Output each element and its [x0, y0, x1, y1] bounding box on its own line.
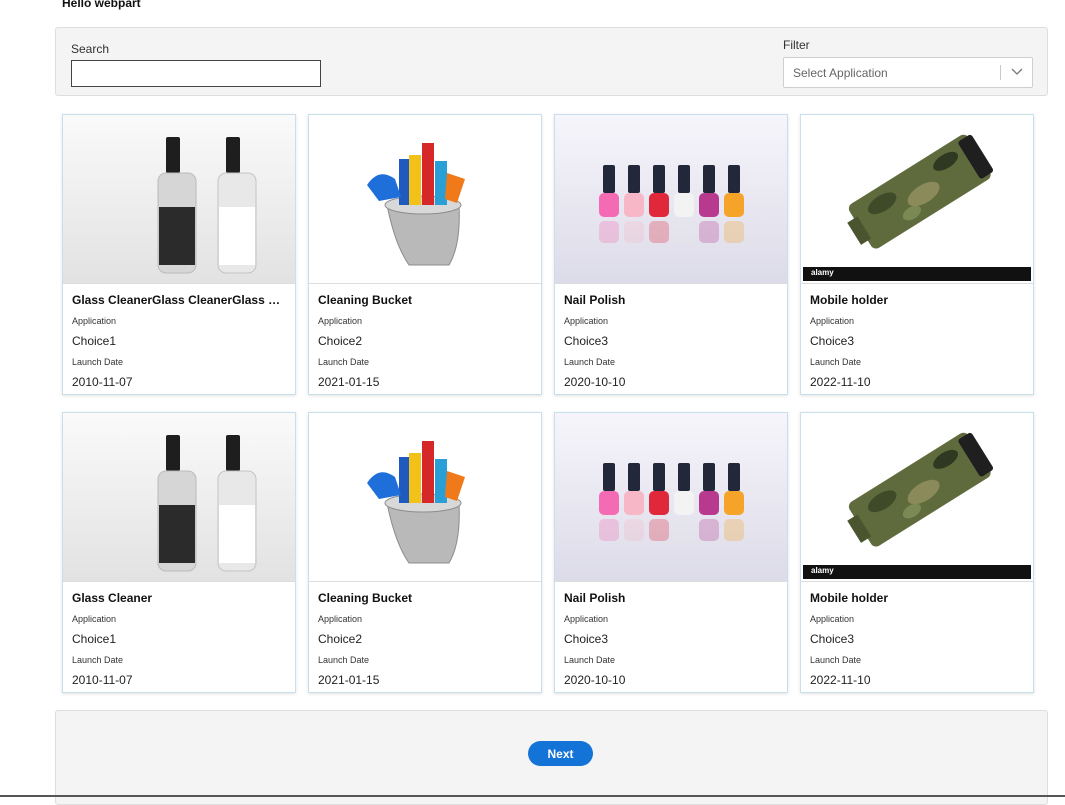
application-value: Choice1 [72, 632, 117, 646]
application-label: Application [72, 316, 117, 326]
application-label: Application [564, 316, 609, 326]
chevron-down-icon [1011, 68, 1023, 75]
launch-date-value: 2020-10-10 [564, 673, 626, 687]
next-button[interactable]: Next [528, 741, 593, 766]
application-label: Application [318, 316, 363, 326]
application-value: Choice3 [810, 334, 855, 348]
application-value: Choice1 [72, 334, 117, 348]
spray-bottles-image [63, 413, 295, 582]
filter-bar: Search Filter Select Application [55, 27, 1048, 96]
nail-polish-image [555, 115, 787, 284]
application-label: Application [72, 614, 117, 624]
mobile-holder-image: alamy [801, 115, 1033, 284]
card-title: Cleaning Bucket [318, 591, 413, 605]
product-card[interactable]: Cleaning Bucket Application Choice2 Laun… [308, 114, 542, 395]
card-title: Nail Polish [564, 591, 626, 605]
launch-date-value: 2021-01-15 [318, 375, 380, 389]
card-title: Glass CleanerGlass CleanerGlass Clean... [72, 293, 288, 307]
application-label: Application [564, 614, 609, 624]
product-card[interactable]: Glass Cleaner Application Choice1 Launch… [62, 412, 296, 693]
card-title: Mobile holder [810, 293, 888, 307]
product-card[interactable]: Cleaning Bucket Application Choice2 Laun… [308, 412, 542, 693]
launch-date-value: 2021-01-15 [318, 673, 380, 687]
application-label: Application [318, 614, 363, 624]
application-filter-dropdown[interactable]: Select Application [783, 57, 1033, 88]
application-value: Choice3 [810, 632, 855, 646]
product-card[interactable]: alamy Mobile holder Application Choice3 … [800, 412, 1034, 693]
launch-date-label: Launch Date [318, 655, 370, 665]
launch-date-label: Launch Date [564, 357, 616, 367]
card-title: Nail Polish [564, 293, 626, 307]
mobile-holder-image: alamy [801, 413, 1033, 582]
stock-banner-text: alamy [811, 268, 834, 277]
launch-date-label: Launch Date [810, 357, 862, 367]
filter-label: Filter [783, 38, 810, 52]
application-value: Choice2 [318, 632, 363, 646]
pagination-bar: Next [55, 710, 1048, 805]
launch-date-value: 2010-11-07 [72, 673, 133, 687]
nail-polish-image [555, 413, 787, 582]
launch-date-label: Launch Date [318, 357, 370, 367]
card-title: Mobile holder [810, 591, 888, 605]
application-value: Choice2 [318, 334, 363, 348]
launch-date-value: 2022-11-10 [810, 375, 871, 389]
spray-bottles-image [63, 115, 295, 284]
application-value: Choice3 [564, 632, 609, 646]
launch-date-label: Launch Date [810, 655, 862, 665]
application-label: Application [810, 316, 855, 326]
product-card[interactable]: Glass CleanerGlass CleanerGlass Clean...… [62, 114, 296, 395]
card-title: Glass Cleaner [72, 591, 153, 605]
cleaning-bucket-image [309, 115, 541, 284]
application-label: Application [810, 614, 855, 624]
dropdown-divider [1000, 65, 1001, 80]
stock-banner-text: alamy [811, 566, 834, 575]
launch-date-value: 2020-10-10 [564, 375, 626, 389]
card-title: Cleaning Bucket [318, 293, 413, 307]
filter-placeholder: Select Application [793, 66, 888, 80]
product-card[interactable]: alamy Mobile holder Application Choice3 … [800, 114, 1034, 395]
launch-date-label: Launch Date [72, 357, 124, 367]
launch-date-value: 2010-11-07 [72, 375, 133, 389]
product-card[interactable]: Nail Polish Application Choice3 Launch D… [554, 412, 788, 693]
search-input[interactable] [71, 60, 321, 87]
application-value: Choice3 [564, 334, 609, 348]
launch-date-label: Launch Date [72, 655, 124, 665]
product-card[interactable]: Nail Polish Application Choice3 Launch D… [554, 114, 788, 395]
search-label: Search [71, 42, 110, 56]
launch-date-label: Launch Date [564, 655, 616, 665]
page-title: Hello webpart [62, 0, 141, 10]
cleaning-bucket-image [309, 413, 541, 582]
launch-date-value: 2022-11-10 [810, 673, 871, 687]
